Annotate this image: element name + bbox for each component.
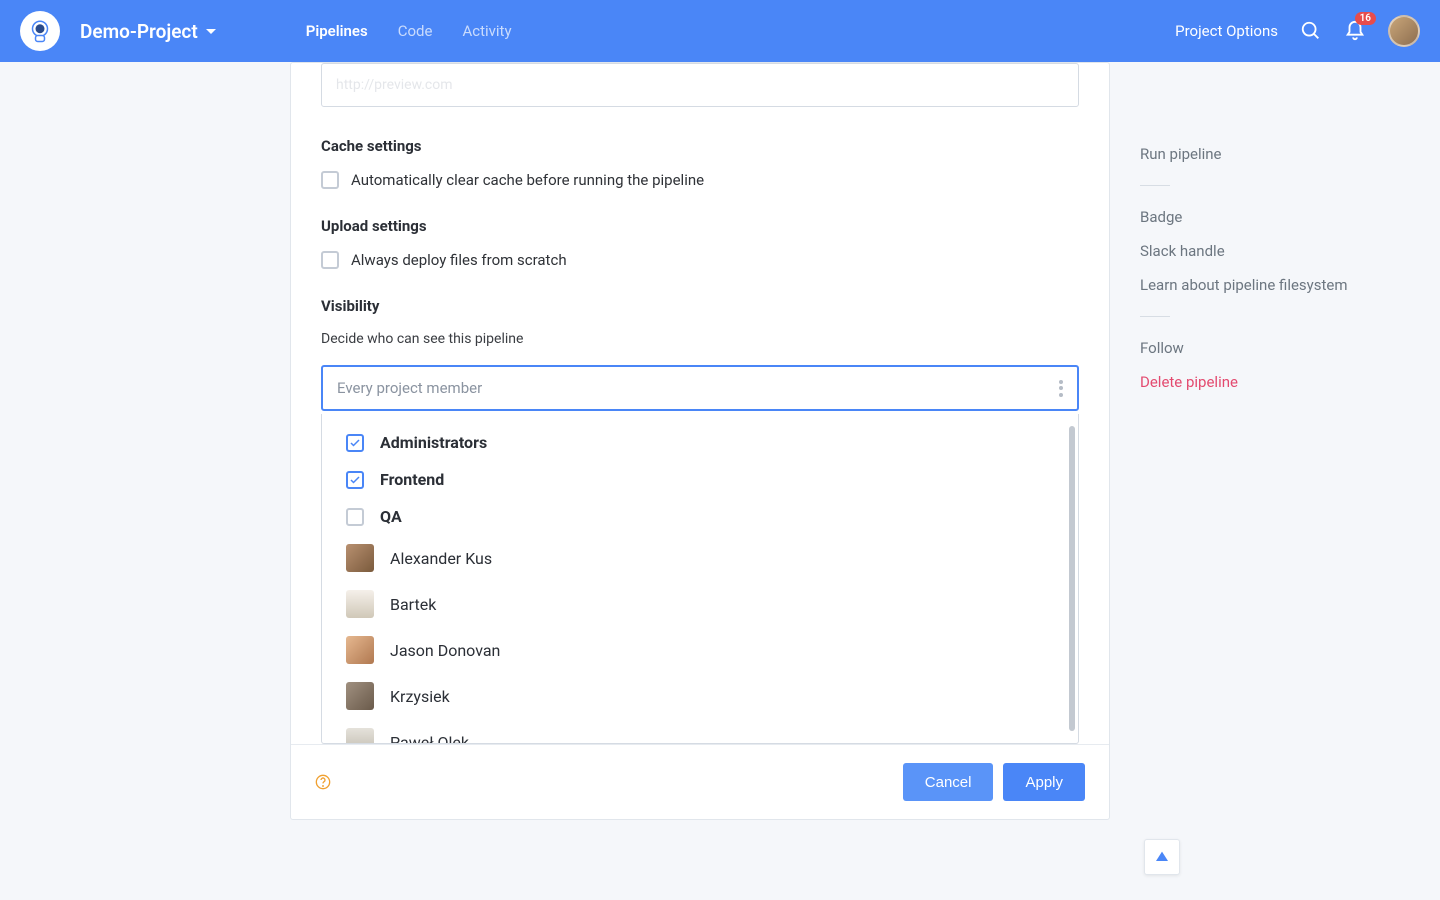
visibility-group-option[interactable]: Frontend — [322, 461, 1078, 498]
project-name-label: Demo-Project — [80, 20, 198, 43]
user-avatar-icon — [346, 636, 374, 664]
sidebar-slack[interactable]: Slack handle — [1140, 234, 1390, 268]
user-label: Jason Donovan — [390, 641, 500, 660]
visibility-user-option[interactable]: Krzysiek — [322, 673, 1078, 719]
cache-settings-title: Cache settings — [321, 137, 1079, 155]
sidebar-learn-filesystem[interactable]: Learn about pipeline filesystem — [1140, 268, 1390, 302]
visibility-select[interactable]: Every project member — [321, 365, 1079, 411]
notifications-icon[interactable]: 16 — [1344, 20, 1366, 42]
visibility-placeholder: Every project member — [337, 379, 482, 397]
upload-settings-title: Upload settings — [321, 217, 1079, 235]
divider — [1140, 185, 1170, 186]
kebab-icon[interactable] — [1059, 380, 1063, 397]
user-label: Paweł Olek — [390, 733, 469, 745]
chevron-down-icon — [206, 29, 216, 34]
nav-tabs: Pipelines Code Activity — [306, 22, 512, 40]
user-label: Krzysiek — [390, 687, 450, 706]
cache-clear-label: Automatically clear cache before running… — [351, 171, 704, 189]
astronaut-icon — [25, 16, 55, 46]
tab-activity[interactable]: Activity — [462, 22, 511, 40]
tab-code[interactable]: Code — [398, 22, 433, 40]
visibility-user-option[interactable]: Bartek — [322, 581, 1078, 627]
user-avatar-icon — [346, 682, 374, 710]
settings-card: http://preview.com Cache settings Automa… — [290, 62, 1110, 820]
project-switcher[interactable]: Demo-Project — [80, 20, 216, 43]
user-avatar[interactable] — [1388, 15, 1420, 47]
apply-button[interactable]: Apply — [1003, 763, 1085, 801]
visibility-title: Visibility — [321, 297, 1079, 315]
user-avatar-icon — [346, 590, 374, 618]
user-label: Alexander Kus — [390, 549, 492, 568]
user-avatar-icon — [346, 544, 374, 572]
card-footer: Cancel Apply — [291, 744, 1109, 819]
preview-url-input[interactable]: http://preview.com — [321, 63, 1079, 107]
visibility-description: Decide who can see this pipeline — [321, 331, 1079, 347]
visibility-user-option[interactable]: Alexander Kus — [322, 535, 1078, 581]
sidebar-badge[interactable]: Badge — [1140, 200, 1390, 234]
checkbox-icon — [346, 508, 364, 526]
app-logo[interactable] — [20, 11, 60, 51]
sidebar-follow[interactable]: Follow — [1140, 331, 1390, 365]
sidebar-delete-pipeline[interactable]: Delete pipeline — [1140, 365, 1390, 399]
help-icon[interactable] — [315, 774, 331, 790]
checkbox-checked-icon — [346, 434, 364, 452]
scrollbar[interactable] — [1069, 426, 1075, 731]
preview-url-placeholder: http://preview.com — [336, 77, 453, 93]
scroll-top-button[interactable] — [1144, 839, 1180, 875]
sidebar-run-pipeline[interactable]: Run pipeline — [1140, 137, 1390, 171]
search-icon[interactable] — [1300, 20, 1322, 42]
group-label: QA — [380, 507, 402, 526]
checkbox-checked-icon — [346, 471, 364, 489]
visibility-dropdown-list: Administrators Frontend QA Alexander Kus Bar… — [321, 414, 1079, 744]
group-label: Frontend — [380, 470, 444, 489]
tab-pipelines[interactable]: Pipelines — [306, 22, 368, 40]
top-header: Demo-Project Pipelines Code Activity Pro… — [0, 0, 1440, 62]
sidebar: Run pipeline Badge Slack handle Learn ab… — [1140, 62, 1390, 820]
deploy-scratch-label: Always deploy files from scratch — [351, 251, 567, 269]
checkbox-icon — [321, 171, 339, 189]
visibility-group-option[interactable]: Administrators — [322, 424, 1078, 461]
visibility-group-option[interactable]: QA — [322, 498, 1078, 535]
checkbox-icon — [321, 251, 339, 269]
group-label: Administrators — [380, 433, 487, 452]
visibility-user-option[interactable]: Jason Donovan — [322, 627, 1078, 673]
deploy-scratch-option[interactable]: Always deploy files from scratch — [321, 251, 1079, 269]
cancel-button[interactable]: Cancel — [903, 763, 994, 801]
divider — [1140, 316, 1170, 317]
project-options-link[interactable]: Project Options — [1175, 22, 1278, 40]
notifications-badge: 16 — [1355, 12, 1376, 25]
user-label: Bartek — [390, 595, 436, 614]
visibility-user-option[interactable]: Paweł Olek — [322, 719, 1078, 744]
user-avatar-icon — [346, 728, 374, 744]
cache-clear-option[interactable]: Automatically clear cache before running… — [321, 171, 1079, 189]
